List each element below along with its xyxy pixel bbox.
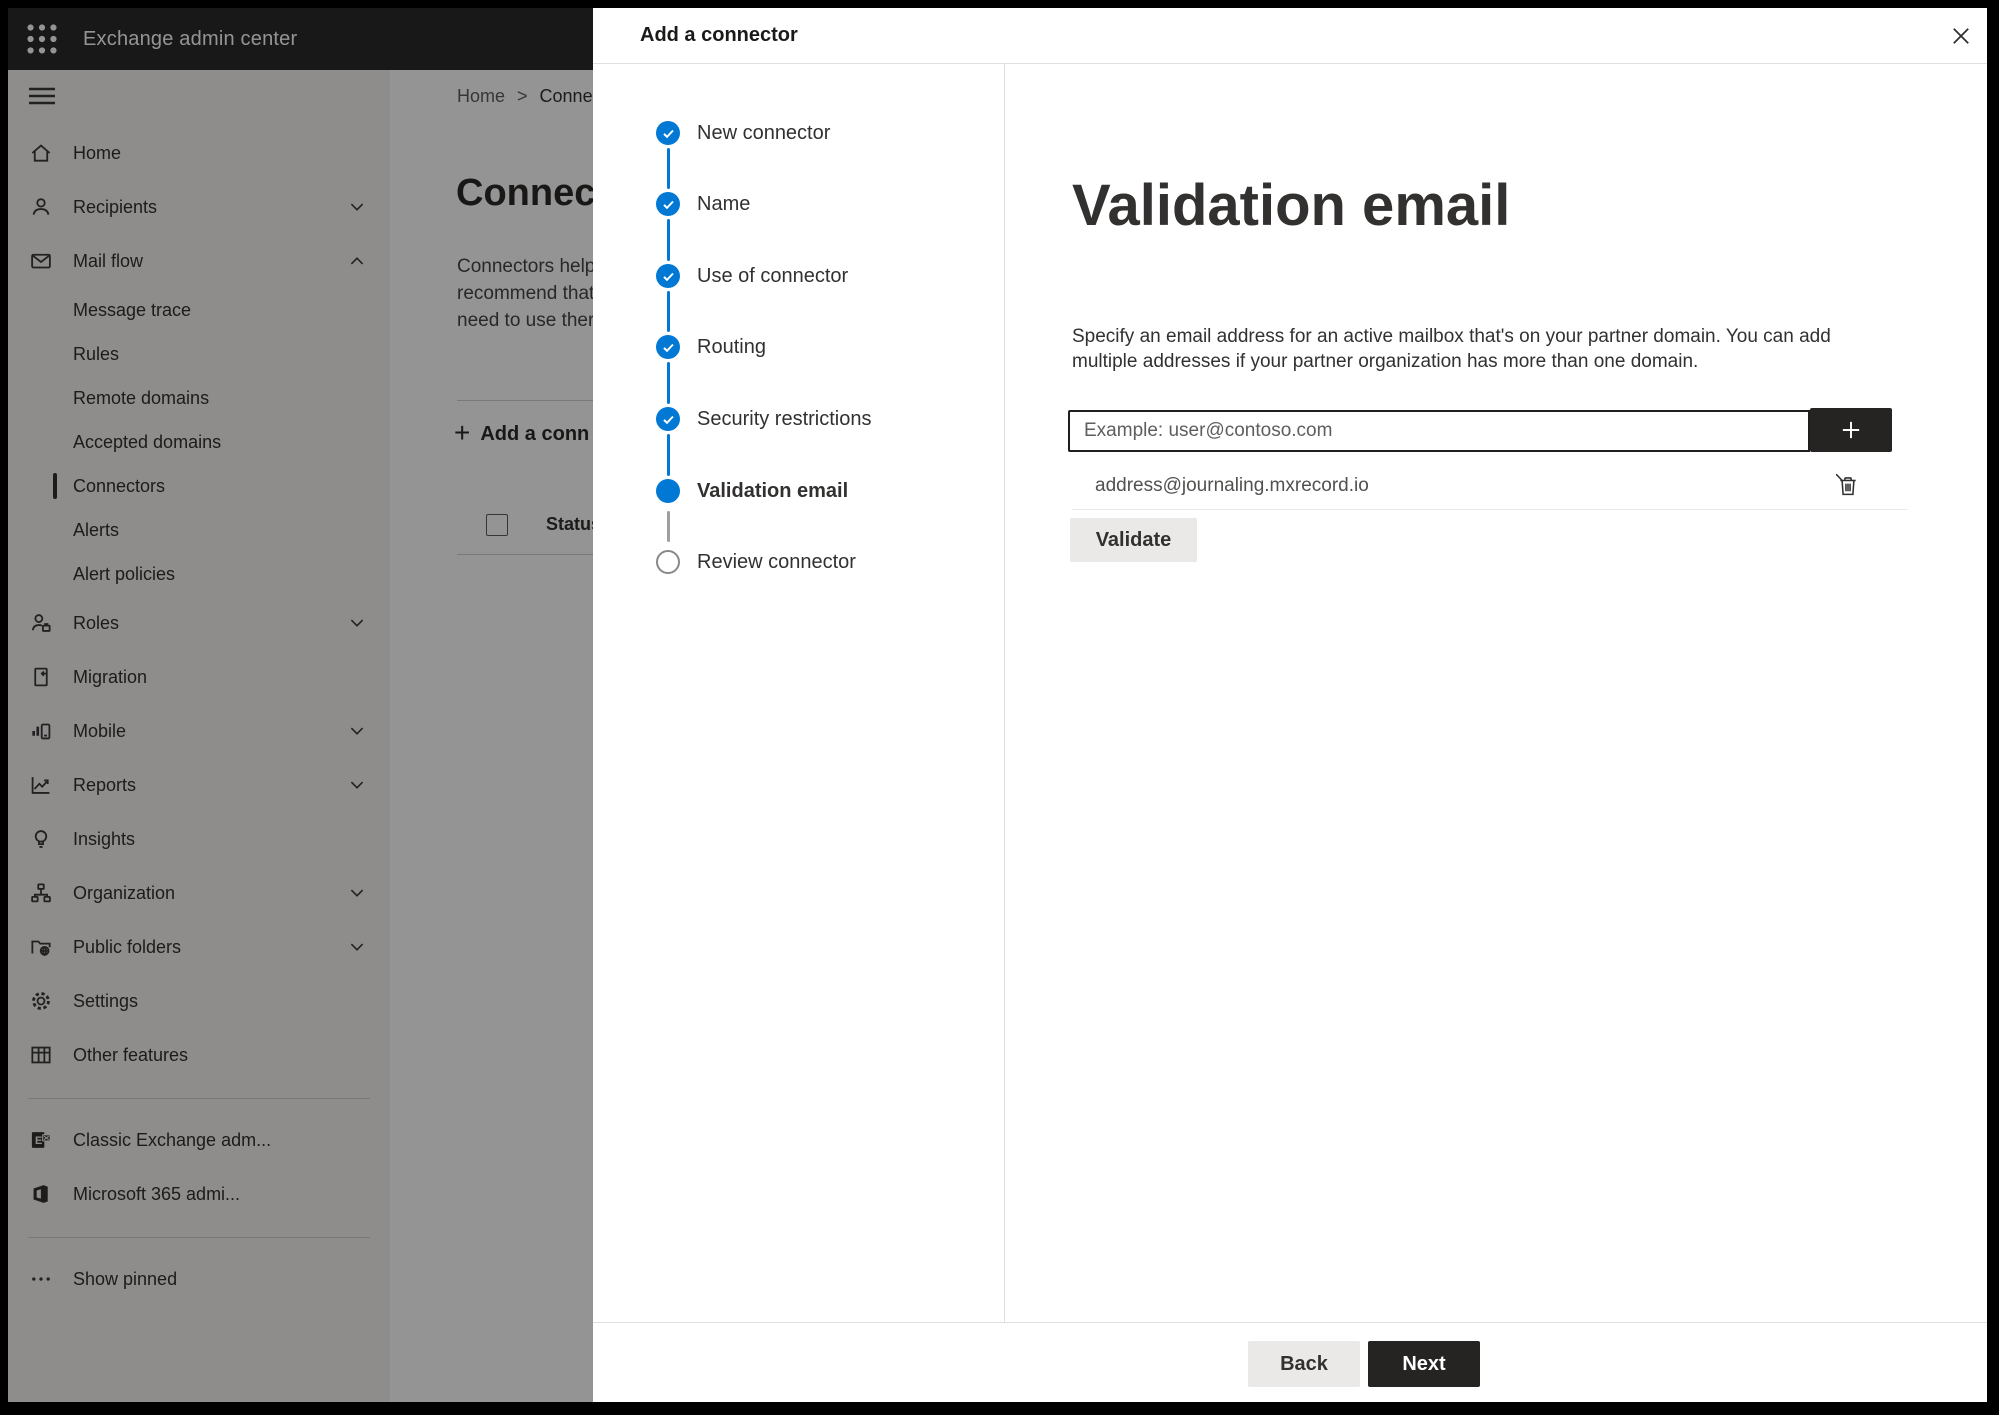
step-label-routing: Routing [697, 336, 766, 358]
address-row: address@journaling.mxrecord.io [1072, 462, 1908, 509]
step-label-use-of-connector: Use of connector [697, 265, 849, 287]
step-connector-line [666, 291, 670, 332]
panel-footer-divider [593, 1322, 1987, 1323]
step-label-security-restrictions: Security restrictions [697, 408, 872, 430]
step-label-name: Name [697, 193, 751, 215]
plus-icon [1842, 421, 1860, 439]
panel-steps-divider [1004, 64, 1005, 1322]
step-label-new-connector: New connector [697, 122, 831, 144]
step-description: Specify an email address for an active m… [1072, 324, 1831, 374]
step-label-review-connector: Review connector [697, 551, 856, 573]
close-icon[interactable] [1945, 20, 1977, 52]
step-circle-routing-check-icon [656, 335, 680, 359]
panel-title: Add a connector [640, 24, 798, 46]
address-list: address@journaling.mxrecord.io [1072, 462, 1908, 510]
next-button[interactable]: Next [1368, 1341, 1480, 1387]
step-circle-name-check-icon [656, 192, 680, 216]
step-heading: Validation email [1072, 173, 1511, 238]
description-line: multiple addresses if your partner organ… [1072, 351, 1699, 372]
app-frame: Exchange admin center Home Recipients Mail… [8, 8, 1987, 1402]
address-row-divider [1072, 509, 1908, 510]
email-input[interactable] [1068, 410, 1810, 452]
step-connector-line [666, 219, 670, 261]
step-circle-new-connector-check-icon [656, 121, 680, 145]
step-connector-line [666, 148, 670, 189]
step-connector-line [666, 434, 670, 476]
screen: Exchange admin center Home Recipients Mail… [0, 0, 1999, 1415]
step-circle-security-restrictions-check-icon [656, 407, 680, 431]
step-circle-use-of-connector-check-icon [656, 264, 680, 288]
validate-button[interactable]: Validate [1070, 518, 1197, 562]
trash-icon[interactable] [1835, 473, 1861, 499]
step-circle-validation-email [656, 479, 680, 503]
add-email-button[interactable] [1810, 408, 1892, 452]
back-button[interactable]: Back [1248, 1341, 1360, 1387]
address-text: address@journaling.mxrecord.io [1095, 474, 1369, 496]
add-connector-panel: Add a connector New connector Name Use of … [593, 8, 1987, 1402]
step-circle-review-connector [656, 550, 680, 574]
description-line: Specify an email address for an active m… [1072, 326, 1831, 347]
wizard-steps: New connector Name Use of connector Routing… [593, 64, 1004, 1322]
step-connector-line [666, 362, 670, 404]
step-label-validation-email: Validation email [697, 480, 849, 502]
step-connector-line [666, 511, 670, 542]
